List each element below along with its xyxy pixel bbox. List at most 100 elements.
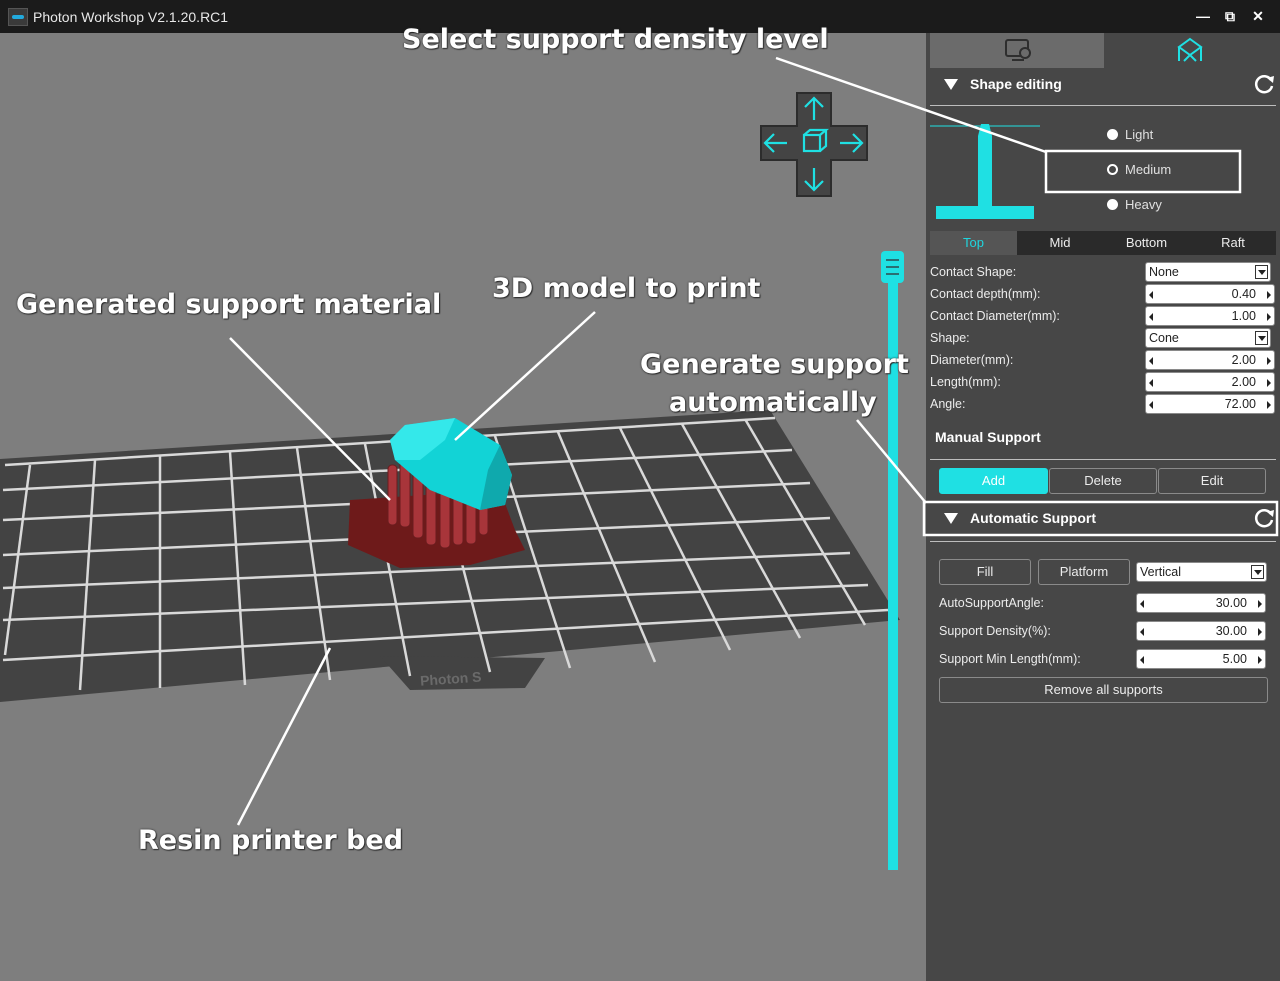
param-angle: Angle: 72.00: [930, 394, 1276, 416]
chevron-down-icon: [1251, 565, 1264, 579]
increment-arrow-icon[interactable]: [1267, 313, 1271, 321]
param-label: Contact Shape:: [930, 265, 1017, 279]
shape-dropdown[interactable]: Cone: [1145, 328, 1271, 348]
shape-editing-title: Shape editing: [970, 76, 1062, 92]
param-label: Support Density(%):: [939, 624, 1051, 638]
length-spinner[interactable]: 2.00: [1145, 372, 1275, 392]
layer-slider[interactable]: [881, 251, 904, 870]
annotation-support-material: Generated support material: [16, 289, 442, 320]
tab-print-settings[interactable]: [930, 33, 1104, 68]
spinner-value: 5.00: [1222, 652, 1247, 666]
increment-arrow-icon[interactable]: [1267, 357, 1271, 365]
divider: [930, 105, 1276, 106]
decrement-arrow-icon[interactable]: [1149, 379, 1153, 387]
increment-arrow-icon[interactable]: [1267, 379, 1271, 387]
param-label: Contact Diameter(mm):: [930, 309, 1060, 323]
radio-label: Heavy: [1125, 197, 1162, 212]
close-button[interactable]: ✕: [1247, 6, 1269, 26]
collapse-triangle-icon: [944, 513, 958, 524]
spinner-value: 72.00: [1224, 397, 1256, 411]
decrement-arrow-icon[interactable]: [1140, 628, 1144, 636]
manual-support-title: Manual Support: [935, 429, 1041, 445]
decrement-arrow-icon[interactable]: [1140, 600, 1144, 608]
dropdown-value: None: [1149, 265, 1179, 279]
automatic-support-header[interactable]: Automatic Support: [926, 500, 1280, 538]
window-title: Photon Workshop V2.1.20.RC1: [33, 9, 229, 25]
param-contact-depth: Contact depth(mm): 0.40: [930, 284, 1276, 306]
support-direction-dropdown[interactable]: Vertical: [1136, 562, 1267, 582]
shape-editing-header[interactable]: Shape editing: [926, 66, 1280, 104]
contact-depth-spinner[interactable]: 0.40: [1145, 284, 1275, 304]
spinner-value: 1.00: [1231, 309, 1256, 323]
param-auto-support-angle: AutoSupportAngle: 30.00: [939, 593, 1269, 615]
reset-icon[interactable]: [1252, 72, 1276, 96]
support-tree-icon: [1177, 37, 1203, 62]
increment-arrow-icon[interactable]: [1258, 628, 1262, 636]
view-navigation-pad[interactable]: [760, 92, 868, 197]
tab-raft[interactable]: Raft: [1190, 231, 1276, 255]
param-support-density: Support Density(%): 30.00: [939, 621, 1269, 643]
annotation-model: 3D model to print: [492, 273, 761, 304]
tab-bottom[interactable]: Bottom: [1103, 231, 1190, 255]
reset-icon[interactable]: [1252, 506, 1276, 530]
tab-support-editing[interactable]: [1104, 33, 1276, 68]
annotation-auto-support-line1: Generate support: [640, 349, 909, 380]
param-label: AutoSupportAngle:: [939, 596, 1044, 610]
param-label: Shape:: [930, 331, 970, 345]
add-support-button[interactable]: Add: [939, 468, 1048, 494]
minimize-button[interactable]: —: [1192, 6, 1214, 26]
platform-button[interactable]: Platform: [1038, 559, 1130, 585]
support-settings-panel: Shape editing Light Medium Heavy Top Mid…: [926, 33, 1280, 981]
spinner-value: 0.40: [1231, 287, 1256, 301]
fill-button[interactable]: Fill: [939, 559, 1031, 585]
decrement-arrow-icon[interactable]: [1149, 357, 1153, 365]
automatic-support-title: Automatic Support: [970, 510, 1096, 526]
chevron-down-icon: [1255, 331, 1268, 345]
support-density-spinner[interactable]: 30.00: [1136, 621, 1266, 641]
spinner-value: 2.00: [1231, 353, 1256, 367]
annotation-density: Select support density level: [402, 24, 829, 55]
chevron-down-icon: [1255, 265, 1268, 279]
increment-arrow-icon[interactable]: [1267, 401, 1271, 409]
auto-support-angle-spinner[interactable]: 30.00: [1136, 593, 1266, 613]
param-label: Angle:: [930, 397, 966, 411]
dropdown-value: Vertical: [1140, 565, 1181, 579]
param-shape: Shape: Cone: [930, 328, 1276, 350]
spinner-value: 30.00: [1215, 596, 1247, 610]
increment-arrow-icon[interactable]: [1258, 656, 1262, 664]
param-contact-shape: Contact Shape: None: [930, 262, 1276, 284]
param-contact-diameter: Contact Diameter(mm): 1.00: [930, 306, 1276, 328]
contact-diameter-spinner[interactable]: 1.00: [1145, 306, 1275, 326]
edit-support-button[interactable]: Edit: [1158, 468, 1266, 494]
param-label: Length(mm):: [930, 375, 1001, 389]
radio-dot-selected: [1107, 164, 1118, 175]
remove-all-supports-button[interactable]: Remove all supports: [939, 677, 1268, 703]
radio-dot: [1107, 199, 1118, 210]
divider: [930, 459, 1276, 460]
spinner-value: 30.00: [1215, 624, 1247, 638]
contact-shape-dropdown[interactable]: None: [1145, 262, 1271, 282]
annotation-bed: Resin printer bed: [138, 825, 404, 856]
param-label: Support Min Length(mm):: [939, 652, 1081, 666]
increment-arrow-icon[interactable]: [1267, 291, 1271, 299]
decrement-arrow-icon[interactable]: [1149, 291, 1153, 299]
app-window: Photon Workshop V2.1.20.RC1 — ⧉ ✕ Photon…: [0, 0, 1280, 981]
dropdown-value: Cone: [1149, 331, 1179, 345]
annotation-auto-support-line2: automatically: [669, 387, 877, 418]
radio-label: Medium: [1125, 162, 1172, 177]
tab-top[interactable]: Top: [930, 231, 1017, 255]
decrement-arrow-icon[interactable]: [1149, 401, 1153, 409]
param-diameter: Diameter(mm): 2.00: [930, 350, 1276, 372]
angle-spinner[interactable]: 72.00: [1145, 394, 1275, 414]
tab-mid[interactable]: Mid: [1017, 231, 1103, 255]
increment-arrow-icon[interactable]: [1258, 600, 1262, 608]
decrement-arrow-icon[interactable]: [1149, 313, 1153, 321]
printer-settings-icon: [1005, 39, 1031, 61]
diameter-spinner[interactable]: 2.00: [1145, 350, 1275, 370]
decrement-arrow-icon[interactable]: [1140, 656, 1144, 664]
app-logo-icon: [8, 8, 28, 26]
param-support-min-length: Support Min Length(mm): 5.00: [939, 649, 1269, 671]
support-min-length-spinner[interactable]: 5.00: [1136, 649, 1266, 669]
delete-support-button[interactable]: Delete: [1049, 468, 1157, 494]
maximize-button[interactable]: ⧉: [1219, 6, 1241, 26]
